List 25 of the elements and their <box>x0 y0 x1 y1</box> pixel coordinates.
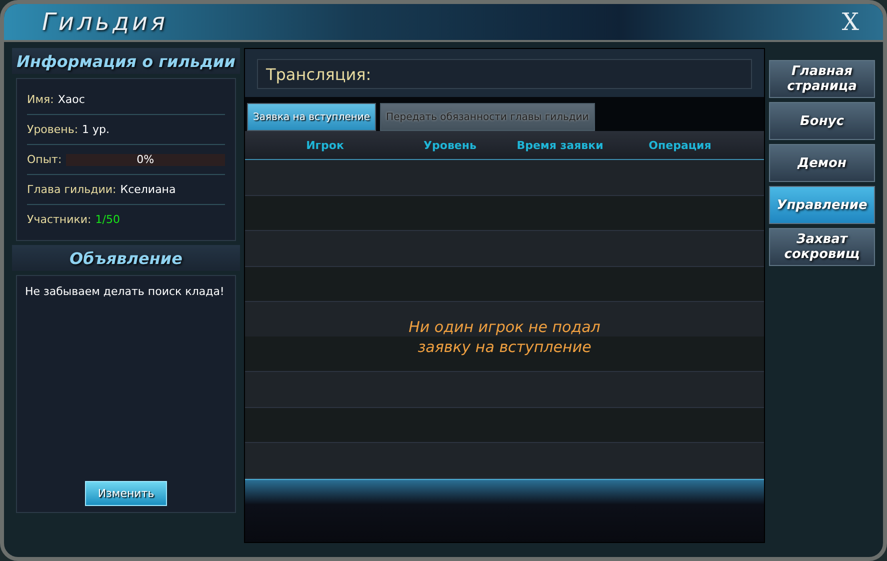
field-value: 1/50 <box>95 213 120 226</box>
announcement-text: Не забываем делать поиск клада! <box>25 284 226 300</box>
close-button[interactable]: X <box>838 8 863 36</box>
nav-button[interactable]: Управление <box>769 186 875 224</box>
section-title: Информация о гильдии <box>16 52 236 70</box>
field-label: Имя: <box>27 93 54 106</box>
broadcast-label: Трансляция: <box>266 64 372 84</box>
nav-button[interactable]: Бонус <box>769 102 875 140</box>
field-value: Кселиана <box>120 183 176 196</box>
column-header: Игрок <box>305 138 345 152</box>
section-title: Объявление <box>70 248 182 268</box>
field-label: Участники: <box>27 213 92 226</box>
field-value: Хаос <box>58 93 85 106</box>
column-header: Операция <box>648 138 712 152</box>
nav-button[interactable]: Демон <box>769 144 875 182</box>
column-header: Время заявки <box>516 138 604 152</box>
nav-button[interactable]: Захват сокровищ <box>769 228 875 266</box>
field-label: Уровень: <box>27 123 78 136</box>
nav-button[interactable]: Главная страница <box>769 60 875 98</box>
window-title: Гильдия <box>42 8 168 36</box>
column-header: Уровень <box>422 138 478 152</box>
field-value: 1 ур. <box>82 123 110 136</box>
empty-message: Ни один игрок не подал заявку на вступление <box>245 302 764 372</box>
field-label: Глава гильдии: <box>27 183 116 196</box>
field-label: Опыт: <box>27 153 62 166</box>
